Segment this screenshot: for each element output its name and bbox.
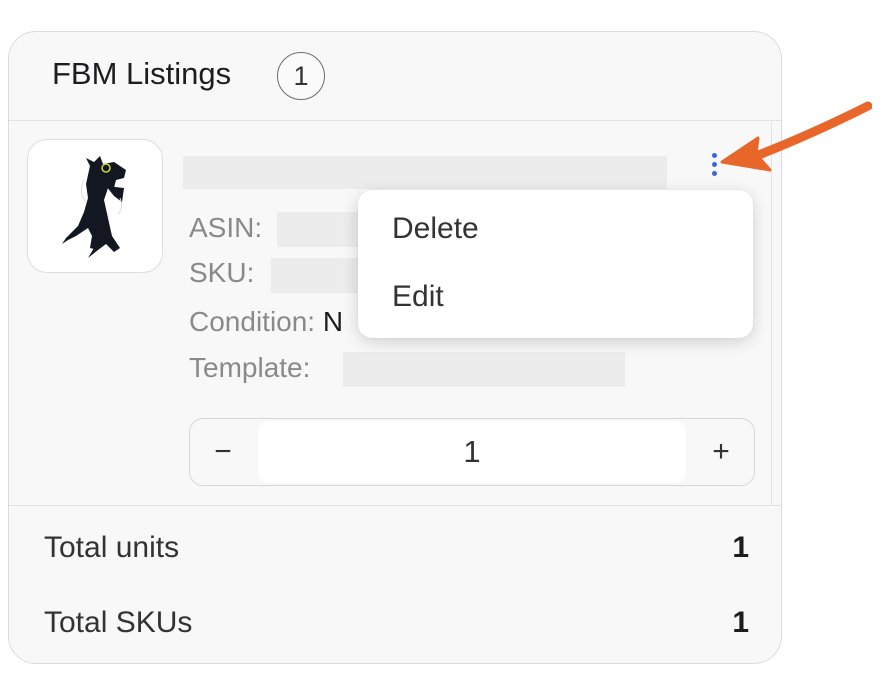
total-skus-value: 1 [732,606,749,639]
sku-value-redacted [271,258,367,293]
asin-label: ASIN: [189,212,263,243]
plush-dragon-product-image [62,156,126,258]
annotation-arrow-icon [720,101,872,172]
listing-title-redacted [183,156,667,189]
decrease-quantity-button[interactable]: − [190,419,256,485]
increase-quantity-button[interactable]: + [688,419,754,485]
template-row: Template: [189,352,310,384]
template-value-redacted [343,352,625,387]
asin-value-redacted [277,212,367,247]
product-thumbnail[interactable] [27,139,163,273]
condition-label: Condition: [189,306,316,337]
quantity-stepper: − 1 + [189,418,755,486]
totals-section: Total units 1 Total SKUs 1 [9,505,781,663]
quantity-input[interactable]: 1 [258,421,686,483]
listing-count-badge: 1 [277,52,325,100]
total-units-value: 1 [732,531,749,564]
template-label: Template: [189,352,311,383]
panel-header: FBM Listings 1 [9,32,781,121]
listing-options-menu: Delete Edit [358,190,753,338]
total-units-row: Total units 1 [44,531,749,571]
condition-row: Condition: N [189,306,343,338]
total-skus-row: Total SKUs 1 [44,606,749,646]
panel-title: FBM Listings [52,56,232,91]
condition-value: N [322,306,344,337]
menu-item-edit[interactable]: Edit [392,280,444,314]
total-units-label: Total units [44,531,180,564]
fbm-listings-panel: FBM Listings 1 ASIN: SKU: Condition: N T… [8,31,782,664]
asin-row: ASIN: [189,212,262,244]
menu-item-delete[interactable]: Delete [392,212,479,246]
sku-row: SKU: [189,257,254,289]
total-skus-label: Total SKUs [44,606,193,639]
sku-label: SKU: [189,257,255,288]
